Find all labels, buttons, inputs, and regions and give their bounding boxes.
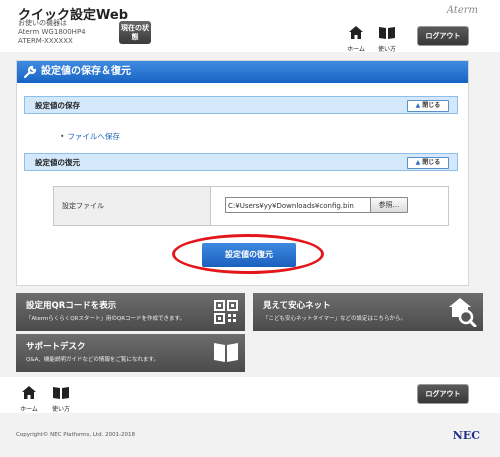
restore-section-header: 設定値の復元 ▲ 閉じる <box>24 153 458 171</box>
support-tile-title: サポートデスク <box>26 342 86 352</box>
footer-manual-button[interactable]: 使い方 <box>46 384 76 413</box>
qr-code-tile[interactable]: 設定用QRコードを表示 「AtermらくらくQRスタート」用のQRコードを作成で… <box>16 293 245 331</box>
manual-nav-label: 使い方 <box>377 46 396 53</box>
logout-button[interactable]: ログアウト <box>418 27 468 45</box>
save-close-label: 閉じる <box>422 102 441 109</box>
qr-tile-desc: 「AtermらくらくQRスタート」用のQRコードを作成できます。 <box>26 316 185 322</box>
restore-section-title: 設定値の復元 <box>35 158 80 167</box>
wrench-icon <box>23 65 37 79</box>
qr-tile-title: 設定用QRコードを表示 <box>26 301 117 311</box>
device-label: お使いの機器は <box>18 19 67 27</box>
book-icon <box>379 27 395 39</box>
safe-tile-title: 見えて安心ネット <box>263 301 331 311</box>
save-section-close-button[interactable]: ▲ 閉じる <box>407 100 449 112</box>
book-icon <box>214 343 238 362</box>
bullet-icon: • <box>60 132 65 141</box>
footer-logout-button[interactable]: ログアウト <box>418 385 468 403</box>
copyright: Copyright© NEC Platforms, Ltd. 2001-2018 <box>16 432 136 438</box>
save-to-file-link[interactable]: • ファイルへ保存 <box>60 131 120 142</box>
save-section-header: 設定値の保存 ▲ 閉じる <box>24 96 458 114</box>
footer-bar: ホーム 使い方 ログアウト <box>0 377 500 413</box>
panel-header: 設定値の保存＆復元 <box>17 61 468 83</box>
footer-home-label: ホーム <box>20 406 38 413</box>
header: クイック設定Web お使いの機器は Aterm WG1800HP4 ATERM-… <box>0 0 500 53</box>
home-nav-label: ホーム <box>347 46 365 53</box>
save-to-file-label: ファイルへ保存 <box>67 132 120 141</box>
file-label-cell: 設定ファイル <box>54 187 211 225</box>
aterm-logo: Aterm <box>446 5 478 16</box>
panel-title: 設定値の保存＆復元 <box>41 66 131 77</box>
save-section-title: 設定値の保存 <box>35 101 80 110</box>
nec-logo: NEC <box>452 429 480 442</box>
book-icon <box>53 387 69 399</box>
qr-code-icon <box>214 300 238 324</box>
home-icon <box>22 386 36 399</box>
support-tile-desc: Q&A、機能説明ガイドなどの情報をご覧になれます。 <box>26 357 159 363</box>
config-file-label: 設定ファイル <box>62 202 104 210</box>
restore-close-label: 閉じる <box>422 159 441 166</box>
config-file-input[interactable]: C:¥Users¥yy¥Downloads¥config.bin <box>225 197 371 213</box>
device-id: ATERM-XXXXXX <box>18 37 73 45</box>
safe-tile-desc: 「こども安心ネットタイマー」などの設定はこちらから。 <box>263 316 407 322</box>
config-file-row: 設定ファイル C:¥Users¥yy¥Downloads¥config.bin … <box>53 186 449 226</box>
chevron-up-icon: ▲ <box>415 159 421 166</box>
highlight-ring <box>172 234 324 274</box>
support-desk-tile[interactable]: サポートデスク Q&A、機能説明ガイドなどの情報をご覧になれます。 <box>16 334 245 372</box>
home-nav-button[interactable]: ホーム <box>341 24 371 53</box>
device-model: Aterm WG1800HP4 <box>18 28 86 36</box>
footer-manual-label: 使い方 <box>51 406 70 413</box>
chevron-up-icon: ▲ <box>415 102 421 109</box>
house-magnifier-icon <box>449 298 477 327</box>
restore-section-close-button[interactable]: ▲ 閉じる <box>407 157 449 169</box>
footer-home-button[interactable]: ホーム <box>14 384 44 413</box>
home-icon <box>349 26 363 39</box>
browse-button[interactable]: 参照... <box>370 197 408 213</box>
manual-nav-button[interactable]: 使い方 <box>372 24 402 53</box>
current-status-button[interactable]: 現在の状態 <box>119 21 151 44</box>
safe-net-tile[interactable]: 見えて安心ネット 「こども安心ネットタイマー」などの設定はこちらから。 <box>253 293 483 331</box>
